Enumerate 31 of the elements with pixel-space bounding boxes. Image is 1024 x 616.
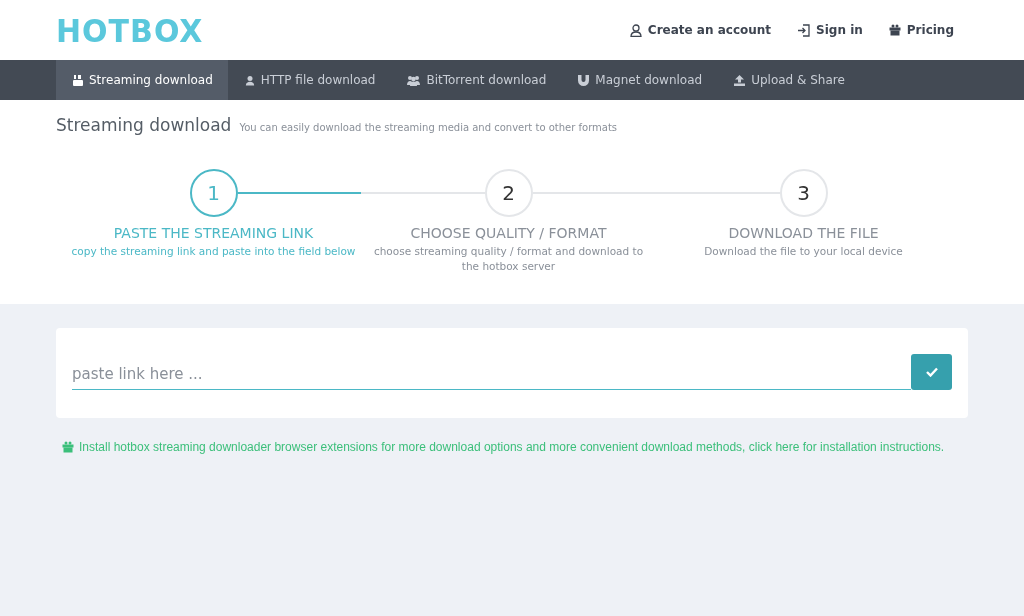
sign-in-icon (797, 23, 811, 37)
header-link[interactable]: Pricing (888, 23, 954, 37)
step-number: 1 (189, 169, 238, 217)
step-description: choose streaming quality / format and download to the hotbox server (372, 244, 645, 274)
step-title: PASTE THE STREAMING LINK (113, 225, 314, 241)
page-subtitle: You can easily download the streaming media and convert to other formats (239, 122, 618, 133)
nav-tab[interactable]: HTTP file download (227, 60, 391, 100)
step-title: DOWNLOAD THE FILE (728, 225, 879, 241)
nav-tab[interactable]: BitTorrent download (390, 60, 562, 100)
header-link[interactable]: Sign in (797, 23, 863, 37)
step-description: copy the streaming link and paste into the field below (70, 244, 357, 259)
gift-icon (62, 441, 74, 453)
user-icon (244, 74, 255, 86)
upload-icon (734, 74, 746, 86)
step-title: CHOOSE QUALITY / FORMAT (410, 225, 607, 241)
page-title: Streaming download (56, 115, 232, 135)
submit-button[interactable] (911, 354, 952, 390)
step-description: Download the file to your local device (703, 244, 904, 259)
nav-tab[interactable]: Streaming download (56, 60, 228, 100)
nav-tab[interactable]: Upload & Share (717, 60, 860, 100)
gift-icon (888, 24, 901, 36)
step-number: 3 (779, 169, 828, 217)
header-link[interactable]: Create an account (629, 23, 772, 37)
step-number: 2 (484, 169, 533, 217)
magnet-icon (578, 74, 590, 86)
video-icon (73, 74, 83, 86)
users-icon (407, 74, 421, 86)
link-form[interactable]: paste link here ... (56, 328, 968, 418)
user-icon (629, 23, 642, 37)
nav-tab[interactable]: Magnet download (561, 60, 718, 100)
check-icon (925, 367, 938, 377)
